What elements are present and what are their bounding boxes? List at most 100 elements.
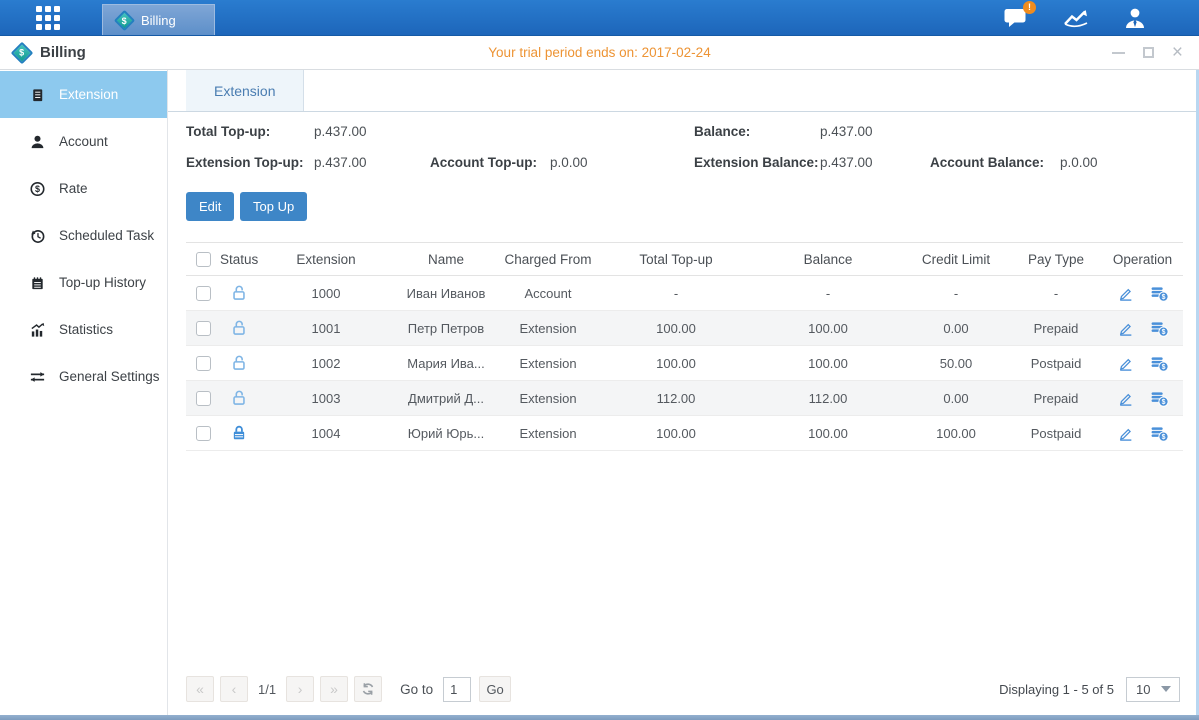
svg-text:$: $	[1161, 364, 1165, 371]
cell-balance: -	[754, 276, 902, 311]
sidebar-item-extension[interactable]: Extension	[0, 71, 167, 118]
select-all-checkbox[interactable]	[196, 252, 211, 267]
taskbar-tab-billing[interactable]: $ Billing	[102, 4, 215, 35]
cell-pay-type: Postpaid	[1010, 346, 1102, 381]
cell-name: Иван Иванов	[394, 276, 498, 311]
lock-open-icon[interactable]	[230, 319, 248, 337]
lock-locked-icon[interactable]	[230, 424, 248, 442]
page-size-value: 10	[1136, 682, 1150, 697]
row-checkbox[interactable]	[196, 391, 211, 406]
sidebar-item-account[interactable]: Account	[0, 118, 167, 165]
window-titlebar: $ Billing Your trial period ends on: 201…	[0, 36, 1199, 70]
lock-open-icon[interactable]	[230, 284, 248, 302]
table-row: 1003 Дмитрий Д... Extension 112.00 112.0…	[186, 381, 1183, 416]
app-logo-icon: $	[11, 41, 34, 64]
cell-total-topup: 100.00	[598, 346, 754, 381]
refresh-button[interactable]	[354, 676, 382, 702]
cell-charged-from: Account	[498, 276, 598, 311]
edit-icon[interactable]	[1117, 390, 1134, 407]
page-size-select[interactable]: 10	[1126, 677, 1180, 702]
edit-icon[interactable]	[1117, 320, 1134, 337]
sidebar-item-label: Account	[59, 134, 108, 149]
top-up-coins-icon[interactable]: $	[1150, 320, 1169, 337]
svg-text:$: $	[35, 184, 40, 194]
sidebar-item-general-settings[interactable]: General Settings	[0, 353, 167, 400]
sidebar-item-label: Scheduled Task	[59, 228, 154, 243]
top-up-coins-icon[interactable]: $	[1150, 425, 1169, 442]
close-icon[interactable]: ×	[1172, 43, 1183, 62]
row-checkbox[interactable]	[196, 356, 211, 371]
table-header-row: Status Extension Name Charged From Total…	[186, 243, 1183, 276]
user-account-icon[interactable]	[1123, 7, 1147, 29]
sliders-icon	[29, 368, 46, 386]
sidebar-item-scheduled-task[interactable]: Scheduled Task	[0, 212, 167, 259]
edit-icon[interactable]	[1117, 425, 1134, 442]
chevron-down-icon	[1161, 686, 1171, 692]
account-topup-value: p.0.00	[550, 155, 588, 170]
statistics-chart-icon[interactable]	[1063, 7, 1089, 29]
refresh-icon	[361, 682, 375, 696]
cell-credit-limit: -	[902, 276, 1010, 311]
lock-open-icon[interactable]	[230, 354, 248, 372]
edit-icon[interactable]	[1117, 355, 1134, 372]
row-checkbox[interactable]	[196, 286, 211, 301]
sidebar-item-topup-history[interactable]: Top-up History	[0, 259, 167, 306]
row-checkbox[interactable]	[196, 426, 211, 441]
svg-text:$: $	[1161, 329, 1165, 336]
next-page-button[interactable]: ›	[286, 676, 314, 702]
col-name: Name	[394, 243, 498, 276]
taskbar-tab-label: Billing	[141, 13, 176, 28]
billing-diamond-icon: $	[114, 9, 135, 30]
pagination-bar: « ‹ 1/1 › » Go to Go Displaying	[168, 676, 1196, 715]
table-row: 1004 Юрий Юрь... Extension 100.00 100.00…	[186, 416, 1183, 451]
edit-icon[interactable]	[1117, 285, 1134, 302]
cell-pay-type: -	[1010, 276, 1102, 311]
tab-extension[interactable]: Extension	[186, 70, 304, 111]
notifications-icon[interactable]: !	[1003, 7, 1029, 29]
minimize-icon[interactable]	[1112, 52, 1125, 54]
top-up-coins-icon[interactable]: $	[1150, 285, 1169, 302]
cell-extension: 1003	[258, 381, 394, 416]
bar-chart-icon	[29, 321, 46, 339]
go-button[interactable]: Go	[479, 676, 511, 702]
clock-history-icon	[29, 227, 46, 245]
cell-total-topup: 112.00	[598, 381, 754, 416]
main-content: Extension Total Top-up: p.437.00 Balance…	[168, 70, 1196, 715]
table-row: 1000 Иван Иванов Account - - - - $	[186, 276, 1183, 311]
account-topup-label: Account Top-up:	[430, 155, 537, 170]
summary-panel: Total Top-up: p.437.00 Balance: p.437.00…	[168, 112, 1196, 242]
col-operation: Operation	[1102, 243, 1183, 276]
top-up-coins-icon[interactable]: $	[1150, 390, 1169, 407]
cell-name: Юрий Юрь...	[394, 416, 498, 451]
prev-page-button[interactable]: ‹	[220, 676, 248, 702]
cell-credit-limit: 100.00	[902, 416, 1010, 451]
tab-strip: Extension	[168, 70, 1196, 112]
edit-button[interactable]: Edit	[186, 192, 234, 221]
account-balance-value: p.0.00	[1060, 155, 1098, 170]
goto-page-input[interactable]	[443, 677, 471, 702]
maximize-icon[interactable]	[1143, 47, 1154, 58]
col-balance: Balance	[754, 243, 902, 276]
cell-total-topup: 100.00	[598, 311, 754, 346]
sidebar-item-label: General Settings	[59, 369, 160, 384]
balance-value: p.437.00	[820, 124, 873, 139]
person-icon	[29, 133, 46, 151]
row-checkbox[interactable]	[196, 321, 211, 336]
sidebar-item-rate[interactable]: $ Rate	[0, 165, 167, 212]
dollar-circle-icon: $	[29, 180, 46, 198]
total-topup-label: Total Top-up:	[186, 124, 270, 139]
top-up-button[interactable]: Top Up	[240, 192, 307, 221]
sidebar-item-label: Rate	[59, 181, 88, 196]
svg-text:$: $	[1161, 294, 1165, 301]
app-grid-icon[interactable]	[36, 6, 60, 30]
cell-pay-type: Postpaid	[1010, 416, 1102, 451]
sidebar-item-statistics[interactable]: Statistics	[0, 306, 167, 353]
first-page-button[interactable]: «	[186, 676, 214, 702]
sidebar-item-label: Extension	[59, 87, 118, 102]
sidebar-item-label: Statistics	[59, 322, 113, 337]
lock-open-icon[interactable]	[230, 389, 248, 407]
last-page-button[interactable]: »	[320, 676, 348, 702]
top-up-coins-icon[interactable]: $	[1150, 355, 1169, 372]
extension-balance-label: Extension Balance:	[694, 155, 819, 170]
cell-extension: 1002	[258, 346, 394, 381]
